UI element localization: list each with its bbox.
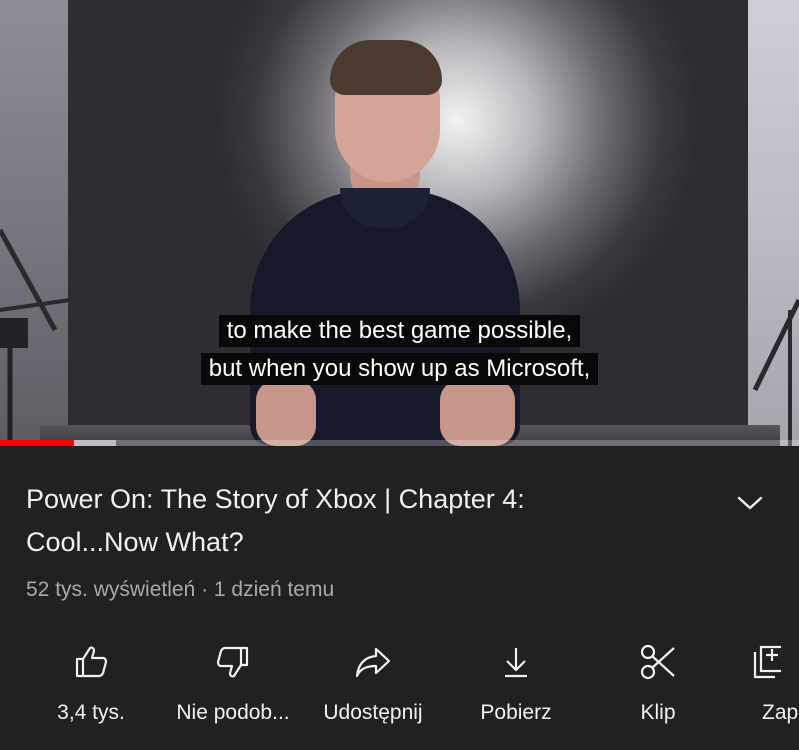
- presenter-arm-right: [440, 380, 515, 446]
- share-icon: [353, 642, 393, 682]
- expand-description-button[interactable]: [730, 488, 770, 518]
- video-player[interactable]: to make the best game possible, but when…: [0, 0, 799, 446]
- save-button[interactable]: Zap: [722, 630, 799, 740]
- clip-label: Klip: [640, 701, 676, 724]
- upload-age: 1 dzień temu: [213, 578, 335, 601]
- dislike-button[interactable]: Nie podob...: [158, 630, 308, 740]
- like-button[interactable]: 3,4 tys.: [16, 630, 166, 740]
- scissors-icon: [638, 642, 678, 682]
- chevron-down-icon: [737, 496, 763, 510]
- thumbs-down-icon: [213, 642, 253, 682]
- dislike-label: Nie podob...: [176, 701, 290, 724]
- video-title[interactable]: Power On: The Story of Xbox | Chapter 4:…: [26, 478, 646, 564]
- download-button[interactable]: Pobierz: [441, 630, 591, 740]
- progress-played: [0, 440, 75, 446]
- video-metadata[interactable]: 52 tys. wyświetleń · 1 dzień temu: [26, 578, 334, 602]
- save-icon: [751, 642, 799, 682]
- share-label: Udostępnij: [323, 701, 423, 724]
- like-count: 3,4 tys.: [57, 701, 125, 724]
- progress-bar[interactable]: [0, 440, 799, 446]
- clip-button[interactable]: Klip: [583, 630, 733, 740]
- download-label: Pobierz: [480, 701, 552, 724]
- presenter-hair: [330, 40, 442, 95]
- download-icon: [496, 642, 536, 682]
- share-button[interactable]: Udostępnij: [298, 630, 448, 740]
- meta-separator: ·: [201, 578, 209, 601]
- action-bar: 3,4 tys. Nie podob... Udostępnij Pobierz: [0, 630, 799, 740]
- save-label: Zap: [762, 701, 799, 724]
- view-count: 52 tys. wyświetleń: [26, 578, 196, 601]
- presenter-arm-left: [256, 380, 316, 446]
- video-frame: [0, 0, 799, 446]
- thumbs-up-icon: [71, 642, 111, 682]
